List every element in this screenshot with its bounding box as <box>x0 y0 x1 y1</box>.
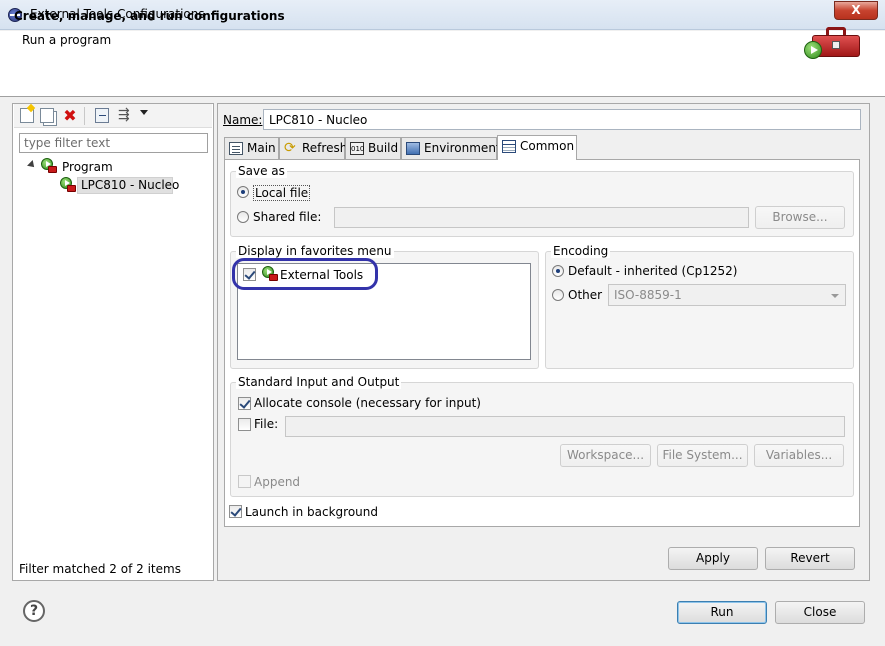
shared-file-radio[interactable] <box>237 211 249 223</box>
default-encoding-radio[interactable] <box>552 265 564 277</box>
revert-button[interactable]: Revert <box>765 547 855 570</box>
name-label: Name: <box>223 113 262 127</box>
file-system-button[interactable]: File System... <box>657 444 748 467</box>
config-item-icon <box>60 177 76 193</box>
tab-environment[interactable]: Environment <box>401 137 501 159</box>
duplicate-configuration-icon[interactable] <box>40 108 54 123</box>
tree-item-program[interactable]: Program <box>62 160 113 174</box>
append-label: Append <box>254 475 301 489</box>
build-icon: 010 <box>350 142 364 155</box>
stdio-title: Standard Input and Output <box>236 375 402 389</box>
run-badge-icon <box>804 41 822 59</box>
default-encoding-label[interactable]: Default - inherited (Cp1252) <box>568 264 737 278</box>
filter-dropdown-icon[interactable] <box>140 110 148 115</box>
shared-file-field <box>334 207 749 228</box>
favorites-title: Display in favorites menu <box>236 244 394 258</box>
browse-button[interactable]: Browse... <box>755 206 845 229</box>
close-button[interactable]: Close <box>775 601 865 624</box>
workspace-button[interactable]: Workspace... <box>560 444 651 467</box>
other-encoding-radio[interactable] <box>552 289 564 301</box>
tree-item-lpc810[interactable]: LPC810 - Nucleo <box>81 178 179 192</box>
file-label[interactable]: File: <box>254 417 278 431</box>
tab-main-label: Main <box>247 141 276 155</box>
collapse-all-icon[interactable] <box>95 108 109 123</box>
other-encoding-select: ISO-8859-1 <box>608 284 846 306</box>
dialog-subtitle: Run a program <box>22 33 112 47</box>
environment-icon <box>406 142 420 155</box>
other-encoding-label[interactable]: Other <box>568 288 602 302</box>
dialog-header <box>0 31 885 97</box>
filter-input[interactable] <box>19 133 208 153</box>
refresh-icon: ⟳ <box>284 140 296 156</box>
other-encoding-value: ISO-8859-1 <box>614 288 682 302</box>
tab-build-label: Build <box>368 141 399 155</box>
tab-common-label: Common <box>520 139 575 153</box>
shared-file-label[interactable]: Shared file: <box>253 210 321 224</box>
file-checkbox[interactable] <box>238 418 251 431</box>
local-file-label[interactable]: Local file <box>253 185 311 201</box>
new-configuration-icon[interactable] <box>20 108 34 123</box>
allocate-console-label[interactable]: Allocate console (necessary for input) <box>254 396 481 410</box>
name-label-text: Name: <box>223 113 263 127</box>
help-icon[interactable]: ? <box>23 600 45 622</box>
launch-background-checkbox[interactable] <box>229 505 242 518</box>
tab-main[interactable]: Main <box>224 137 279 159</box>
launch-background-label[interactable]: Launch in background <box>245 505 378 519</box>
dialog-title: Create, manage, and run configurations <box>14 9 285 23</box>
toolbar-separator <box>84 107 85 125</box>
configurations-panel <box>12 103 214 581</box>
variables-button[interactable]: Variables... <box>754 444 844 467</box>
allocate-console-checkbox[interactable] <box>238 397 251 410</box>
tab-refresh-label: Refresh <box>302 141 348 155</box>
highlight-oval <box>232 258 378 290</box>
common-icon <box>502 140 516 153</box>
filter-icon[interactable]: ⇶ <box>118 108 132 123</box>
save-as-title: Save as <box>236 164 287 178</box>
apply-button[interactable]: Apply <box>668 547 758 570</box>
local-file-radio[interactable] <box>237 186 249 198</box>
tab-environment-label: Environment <box>424 141 501 155</box>
delete-configuration-icon[interactable]: ✖ <box>63 108 77 124</box>
run-button[interactable]: Run <box>677 601 767 624</box>
append-checkbox[interactable] <box>238 475 251 488</box>
tab-common[interactable]: Common <box>497 135 577 160</box>
main-tab-icon <box>229 142 243 155</box>
program-icon <box>41 158 57 174</box>
filter-status: Filter matched 2 of 2 items <box>19 562 181 576</box>
name-input[interactable] <box>263 109 861 130</box>
file-field <box>285 416 845 437</box>
encoding-title: Encoding <box>551 244 611 258</box>
window-close-button[interactable]: X <box>834 1 878 20</box>
tab-build[interactable]: 010 Build <box>345 137 401 159</box>
chevron-down-icon <box>831 294 839 298</box>
tab-refresh[interactable]: ⟳ Refresh <box>279 137 348 159</box>
